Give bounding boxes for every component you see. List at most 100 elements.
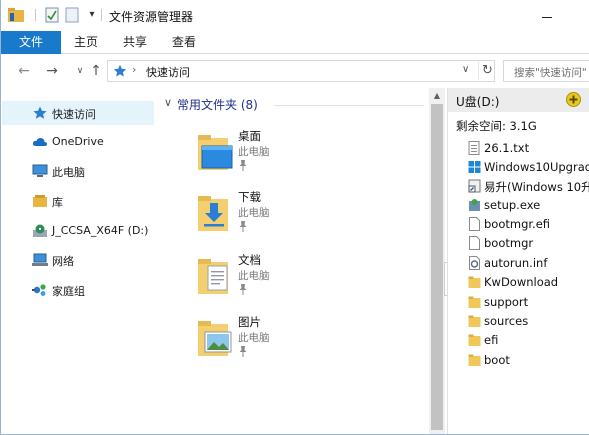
tab-view[interactable]: 查看 <box>169 31 199 54</box>
navpane-item-this-pc[interactable]: 此电脑 <box>2 159 154 183</box>
library-icon <box>32 194 48 208</box>
usb-file-item[interactable]: bootmgr <box>468 234 589 253</box>
usb-drive-title: U盘(D:) <box>456 95 500 109</box>
file-name: Windows10Upgrade <box>484 160 589 174</box>
pin-icon[interactable] <box>238 220 248 232</box>
scroll-up-button[interactable]: ▲ <box>429 88 445 104</box>
forward-button[interactable]: → <box>43 61 61 81</box>
tab-share[interactable]: 共享 <box>120 31 150 54</box>
folder-name: 文档 <box>238 253 261 267</box>
pin-icon[interactable] <box>238 159 248 171</box>
group-divider <box>274 105 424 106</box>
usb-folder-item[interactable]: efi <box>468 331 589 350</box>
folder-tile-desktop[interactable]: 桌面 此电脑 <box>194 126 394 184</box>
homegroup-icon <box>32 283 48 297</box>
quick-access-separator <box>35 9 36 21</box>
file-name: boot <box>484 353 510 367</box>
navpane-item-quick-access[interactable]: 快速访问 <box>2 101 154 125</box>
title-separator <box>101 9 102 21</box>
pin-icon[interactable] <box>238 345 248 357</box>
usb-file-item[interactable]: 易升(Windows 10升级 <box>468 177 589 196</box>
usb-file-item[interactable]: 26.1.txt <box>468 139 589 158</box>
folder-location: 此电脑 <box>238 332 270 344</box>
usb-file-item[interactable]: bootmgr.efi <box>468 215 589 234</box>
up-button[interactable]: ↑ <box>87 61 105 81</box>
back-button[interactable]: ← <box>15 61 33 81</box>
quick-access-dropdown[interactable]: ▾ <box>85 7 99 23</box>
network-icon <box>32 253 48 267</box>
blank-file-icon <box>468 217 481 231</box>
shortcut-icon <box>468 179 481 193</box>
blank-file-icon <box>468 236 481 250</box>
navpane-label: 家庭组 <box>52 285 85 298</box>
properties-icon[interactable] <box>45 7 59 23</box>
chevron-down-icon[interactable]: ∨ <box>164 96 172 109</box>
documents-folder-icon <box>196 254 234 296</box>
vertical-scrollbar[interactable]: ▲ <box>429 88 445 434</box>
folder-location: 此电脑 <box>238 270 270 282</box>
folder-icon <box>468 333 481 347</box>
file-name: efi <box>484 333 499 347</box>
new-folder-icon[interactable] <box>65 7 79 23</box>
folder-name: 桌面 <box>238 129 261 143</box>
navpane-label: J_CCSA_X64F (D:) <box>52 224 149 237</box>
navigation-pane: 快速访问 OneDrive 此电脑 库 J_CCSA_X64F (D:) 网络 … <box>2 88 154 434</box>
folder-icon[interactable] <box>7 7 25 23</box>
navpane-label: OneDrive <box>52 135 104 148</box>
folder-icon <box>468 314 481 328</box>
navpane-item-libraries[interactable]: 库 <box>2 189 154 213</box>
navpane-label: 网络 <box>52 255 74 268</box>
folder-tile-downloads[interactable]: 下载 此电脑 <box>194 187 394 245</box>
downloads-folder-icon <box>196 191 234 233</box>
usb-folder-item[interactable]: sources <box>468 312 589 331</box>
navpane-item-homegroup[interactable]: 家庭组 <box>2 278 154 302</box>
address-path[interactable]: 快速访问 <box>146 64 190 80</box>
navpane-item-network[interactable]: 网络 <box>2 248 154 272</box>
search-box[interactable]: 搜索"快速访问" <box>503 60 589 82</box>
address-dropdown[interactable]: ∨ <box>462 64 469 75</box>
star-icon <box>32 106 48 120</box>
desktop-folder-icon <box>196 130 234 172</box>
usb-folder-item[interactable]: boot <box>468 351 589 370</box>
usb-folder-item[interactable]: KwDownload <box>468 273 589 292</box>
folder-location: 此电脑 <box>238 207 270 219</box>
folder-tile-documents[interactable]: 文档 此电脑 <box>194 250 394 308</box>
file-name: sources <box>484 314 529 328</box>
add-icon[interactable] <box>566 92 581 107</box>
usb-drive-pane: U盘(D:) 剩余空间: 3.1G 26.1.txt Windows10Upgr… <box>447 88 589 434</box>
file-name: 26.1.txt <box>484 141 530 155</box>
folder-tile-pictures[interactable]: 图片 此电脑 <box>194 312 394 370</box>
usb-folder-item[interactable]: support <box>468 293 589 312</box>
file-name: KwDownload <box>484 275 559 289</box>
address-separator[interactable]: › <box>132 63 136 76</box>
usb-file-item[interactable]: Windows10Upgrade <box>468 158 589 177</box>
refresh-button[interactable]: ↻ <box>478 62 496 80</box>
pin-icon[interactable] <box>238 283 248 295</box>
navpane-item-dvd-drive[interactable]: J_CCSA_X64F (D:) <box>2 219 154 243</box>
folder-icon <box>468 275 481 289</box>
config-file-icon <box>468 256 481 270</box>
file-name: support <box>484 295 529 309</box>
navpane-item-onedrive[interactable]: OneDrive <box>2 130 154 154</box>
minimize-icon[interactable] <box>541 9 553 23</box>
star-icon <box>113 64 127 78</box>
address-bar[interactable]: › 快速访问 ∨ ↻ <box>107 60 495 82</box>
window-title: 文件资源管理器 <box>109 10 194 24</box>
file-name: bootmgr.efi <box>484 217 551 231</box>
file-name: setup.exe <box>484 198 541 212</box>
navpane-label: 此电脑 <box>52 166 85 179</box>
text-file-icon <box>468 141 481 155</box>
scroll-thumb[interactable] <box>431 104 443 430</box>
content-area: ∨ 常用文件夹 (8) 桌面 此电脑 下载 此电脑 文档 此电脑 图片 此电脑 <box>156 88 429 434</box>
tab-file[interactable]: 文件 <box>1 31 61 54</box>
usb-file-item[interactable]: autorun.inf <box>468 254 589 273</box>
file-explorer-window: ▾ 文件资源管理器 文件 主页 共享 查看 ← → ∨ ↑ › 快速访问 ∨ ↻… <box>0 0 589 435</box>
folder-name: 下载 <box>238 190 261 204</box>
cloud-icon <box>32 135 48 149</box>
windows-logo-icon <box>468 160 481 174</box>
navigation-bar: ← → ∨ ↑ › 快速访问 ∨ ↻ 搜索"快速访问" <box>1 57 589 85</box>
usb-file-item[interactable]: setup.exe <box>468 196 589 215</box>
free-space-label: 剩余空间: 3.1G <box>456 119 537 133</box>
tab-home[interactable]: 主页 <box>71 31 101 54</box>
usb-pane-header: U盘(D:) <box>448 88 589 112</box>
